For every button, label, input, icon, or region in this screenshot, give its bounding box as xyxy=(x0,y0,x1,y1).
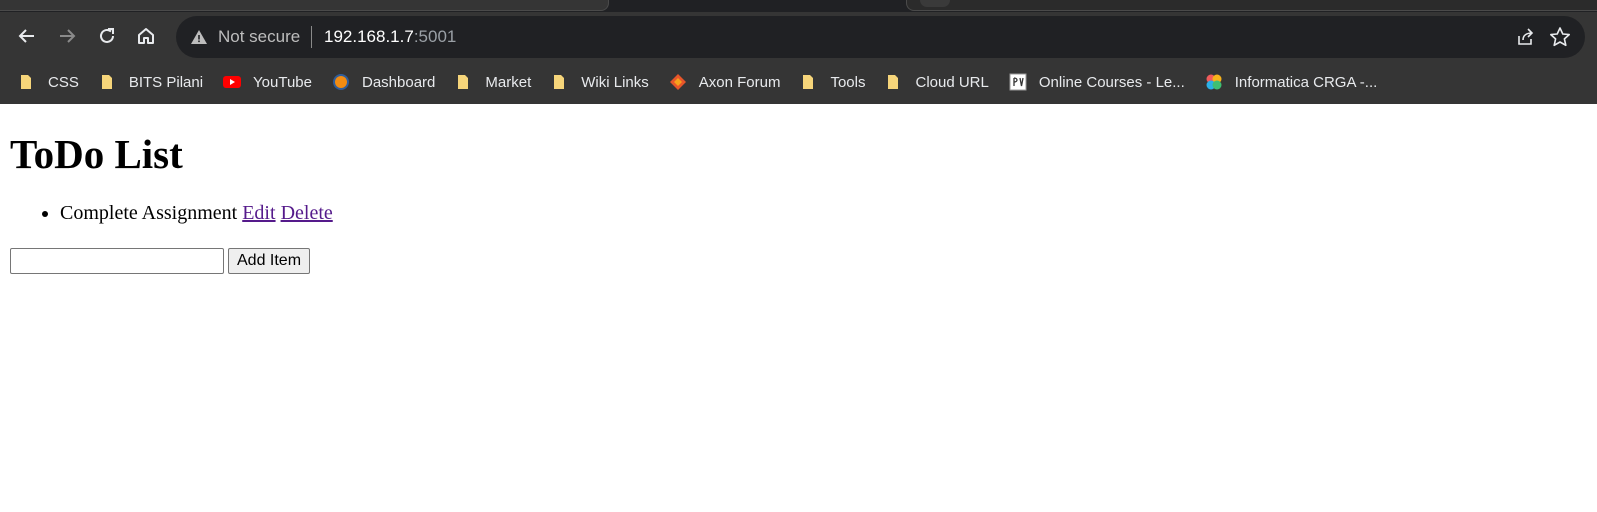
folder-icon xyxy=(551,73,569,91)
courses-icon xyxy=(1009,73,1027,91)
bookmark-wiki-links[interactable]: Wiki Links xyxy=(543,68,657,96)
folder-icon xyxy=(800,73,818,91)
bookmark-label: Tools xyxy=(830,73,866,91)
bookmark-label: CSS xyxy=(48,73,79,91)
tab-strip xyxy=(0,0,1597,12)
add-item-button[interactable]: Add Item xyxy=(228,248,311,274)
edit-link[interactable]: Edit xyxy=(242,202,275,224)
url-host: 192.168.1.7 xyxy=(324,27,414,46)
new-item-input[interactable] xyxy=(10,248,224,274)
add-item-form: Add Item xyxy=(10,248,311,274)
folder-icon xyxy=(885,73,903,91)
bookmark-youtube[interactable]: YouTube xyxy=(215,68,320,96)
bookmark-bits-pilani[interactable]: BITS Pilani xyxy=(91,68,211,96)
page-content: ToDo List Complete Assignment Edit Delet… xyxy=(0,104,1597,512)
bookmark-label: Axon Forum xyxy=(698,73,781,91)
browser-chrome: Not secure 192.168.1.7:5001 CSS BITS Pil… xyxy=(0,0,1597,104)
informatica-icon xyxy=(1205,73,1223,91)
reload-icon xyxy=(100,28,114,43)
bookmark-dashboard[interactable]: Dashboard xyxy=(324,68,443,96)
bookmark-cloud-url[interactable]: Cloud URL xyxy=(877,68,996,96)
bookmark-label: Informatica CRGA -... xyxy=(1234,73,1378,91)
bookmark-label: Wiki Links xyxy=(581,73,649,91)
page-title: ToDo List xyxy=(10,131,183,177)
bookmark-online-courses[interactable]: Online Courses - Le... xyxy=(1001,68,1193,96)
bookmark-css[interactable]: CSS xyxy=(10,68,87,96)
bookmark-market[interactable]: Market xyxy=(447,68,539,96)
youtube-icon xyxy=(223,73,242,91)
share-icon[interactable] xyxy=(1515,27,1535,47)
warning-icon[interactable] xyxy=(190,28,208,46)
bookmark-label: YouTube xyxy=(253,73,312,91)
todo-list: Complete Assignment Edit Delete xyxy=(0,200,333,226)
bookmark-label: BITS Pilani xyxy=(128,73,204,91)
bookmark-label: Market xyxy=(485,73,532,91)
url-port: :5001 xyxy=(413,27,457,46)
reload-button[interactable] xyxy=(92,21,122,51)
bookmark-label: Online Courses - Le... xyxy=(1038,73,1185,91)
active-tab[interactable] xyxy=(0,0,609,11)
dashboard-icon xyxy=(332,73,350,91)
bookmark-axon-forum[interactable]: Axon Forum xyxy=(661,68,789,96)
browser-toolbar: Not secure 192.168.1.7:5001 xyxy=(0,14,1597,60)
address-bar[interactable]: Not secure 192.168.1.7:5001 xyxy=(176,16,1585,58)
bookmark-tools[interactable]: Tools xyxy=(792,68,873,96)
folder-icon xyxy=(18,73,36,91)
bookmark-label: Cloud URL xyxy=(915,73,989,91)
forward-icon xyxy=(60,29,76,43)
folder-icon xyxy=(99,73,117,91)
home-icon xyxy=(138,28,154,44)
axon-icon xyxy=(669,73,687,91)
security-label[interactable]: Not secure xyxy=(218,27,300,47)
folder-icon xyxy=(455,73,473,91)
omnibox-divider xyxy=(311,26,312,48)
list-item: Complete Assignment Edit Delete xyxy=(60,200,333,226)
back-button[interactable] xyxy=(12,21,42,51)
star-icon[interactable] xyxy=(1549,26,1571,48)
todo-item-text: Complete Assignment xyxy=(60,202,238,224)
home-button[interactable] xyxy=(131,21,161,51)
url-text[interactable]: 192.168.1.7:5001 xyxy=(324,27,456,47)
bookmark-label: Dashboard xyxy=(362,73,436,91)
bookmarks-bar: CSS BITS Pilani YouTube Dashboard Market… xyxy=(0,64,1597,100)
delete-link[interactable]: Delete xyxy=(281,202,333,224)
back-icon xyxy=(18,29,34,43)
bookmark-informatica[interactable]: Informatica CRGA -... xyxy=(1197,68,1386,96)
tab-favicon-icon xyxy=(920,0,950,7)
inactive-tab[interactable] xyxy=(906,0,1597,11)
forward-button[interactable] xyxy=(52,21,82,51)
